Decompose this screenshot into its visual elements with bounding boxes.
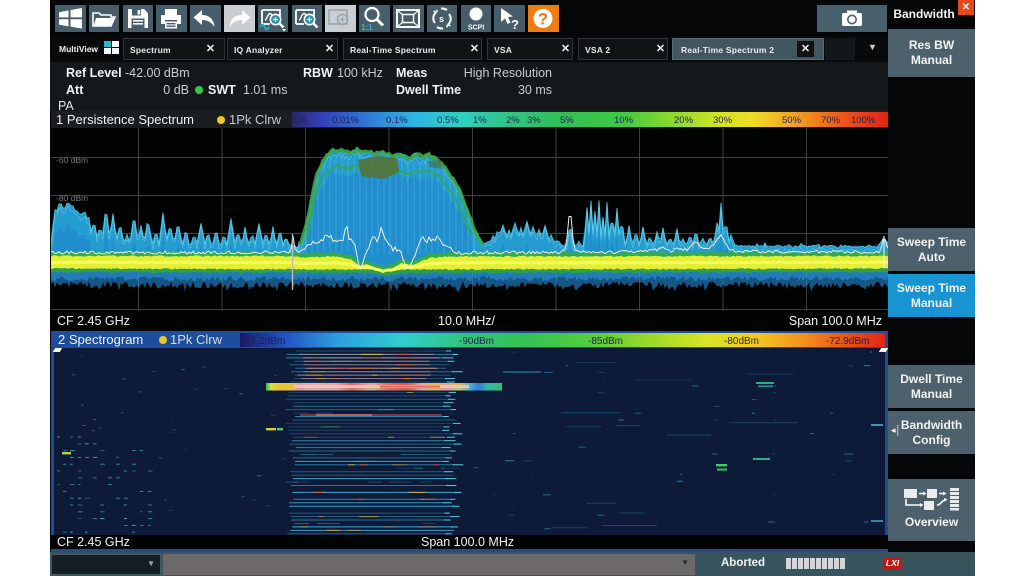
svg-text:-72.9dBm: -72.9dBm <box>826 336 869 347</box>
svg-text:-80 dBm: -80 dBm <box>56 193 88 203</box>
svg-text:10%: 10% <box>614 115 634 126</box>
svg-text:5%: 5% <box>560 115 574 126</box>
svg-text:s: s <box>439 14 444 24</box>
svg-text:1:1: 1:1 <box>361 23 373 32</box>
svg-text:SCPI: SCPI <box>467 25 483 32</box>
svg-text:30%: 30% <box>713 115 733 126</box>
svg-text:1%: 1% <box>293 115 307 126</box>
svg-text:0.01%: 0.01% <box>332 115 359 126</box>
svg-text:70%: 70% <box>821 115 841 126</box>
svg-text:3%: 3% <box>527 115 541 126</box>
svg-text:-90dBm: -90dBm <box>459 336 494 347</box>
svg-text:0.1%: 0.1% <box>386 115 408 126</box>
svg-text:-80dBm: -80dBm <box>724 336 759 347</box>
svg-text:0.5%: 0.5% <box>437 115 459 126</box>
svg-text:?: ? <box>511 17 519 32</box>
svg-text:100%: 100% <box>851 115 876 126</box>
svg-text:?: ? <box>538 10 548 29</box>
svg-text:1%: 1% <box>473 115 487 126</box>
svg-text:-60 dBm: -60 dBm <box>56 155 88 165</box>
svg-text:-85dBm: -85dBm <box>588 336 623 347</box>
svg-text:50%: 50% <box>782 115 802 126</box>
svg-text:2%: 2% <box>506 115 520 126</box>
svg-text:20%: 20% <box>674 115 694 126</box>
svg-text:-97.2dBm: -97.2dBm <box>242 336 285 347</box>
